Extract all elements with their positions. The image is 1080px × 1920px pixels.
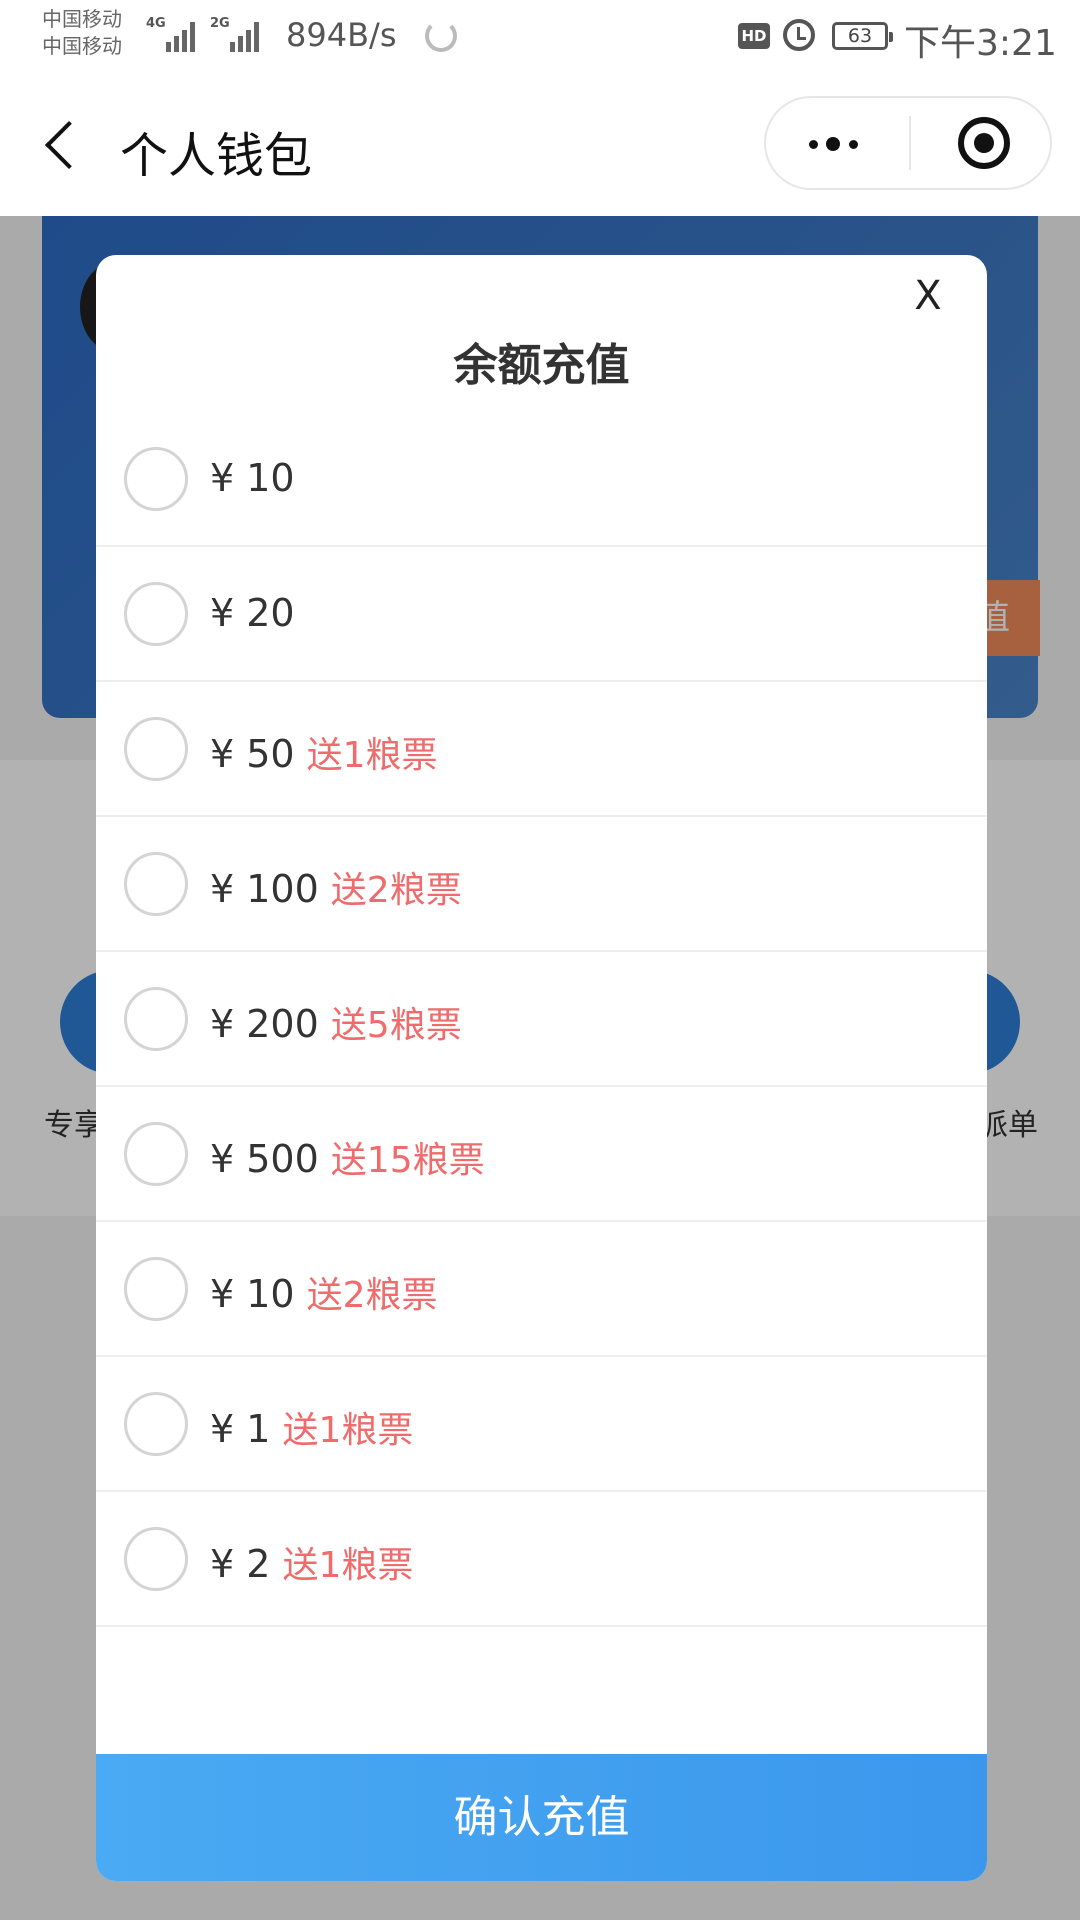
option-bonus: 送1粮票 <box>282 1410 414 1451</box>
recharge-option[interactable]: ¥ 50 送1粮票 <box>96 682 987 817</box>
page-title: 个人钱包 <box>120 128 313 184</box>
more-dots-icon[interactable] <box>766 98 909 188</box>
option-bonus: 送1粮票 <box>282 1545 414 1586</box>
screen: 中国移动 中国移动 4G 2G 894B/s HD 63 下午3:21 个人钱包 <box>0 0 1080 1920</box>
radio-icon[interactable] <box>124 852 188 916</box>
confirm-recharge-button[interactable]: 确认充值 <box>96 1754 987 1881</box>
radio-icon[interactable] <box>124 1527 188 1591</box>
recharge-options: ¥ 10 ¥ 20 ¥ 50 送1粮票 ¥ 100 送2粮票 ¥ 200 送5粮票 ¥… <box>96 412 987 1627</box>
carrier-2: 中国移动 <box>42 34 122 58</box>
status-bar: 中国移动 中国移动 4G 2G 894B/s HD 63 下午3:21 <box>0 0 1080 72</box>
alarm-icon <box>783 19 815 51</box>
hd-badge: HD <box>738 23 770 49</box>
recharge-option[interactable]: ¥ 2 送1粮票 <box>96 1492 987 1627</box>
option-bonus: 送2粮票 <box>330 870 462 911</box>
net-speed: 894B/s <box>286 16 397 54</box>
nav-bar: 个人钱包 <box>0 72 1080 216</box>
recharge-option[interactable]: ¥ 20 <box>96 547 987 682</box>
option-price: ¥ 200 <box>210 1002 319 1046</box>
recharge-option[interactable]: ¥ 1 送1粮票 <box>96 1357 987 1492</box>
option-bonus: 送15粮票 <box>330 1140 485 1181</box>
option-price: ¥ 500 <box>210 1137 319 1181</box>
radio-icon[interactable] <box>124 582 188 646</box>
option-bonus: 送1粮票 <box>306 735 438 776</box>
radio-icon[interactable] <box>124 987 188 1051</box>
radio-icon[interactable] <box>124 1392 188 1456</box>
radio-icon[interactable] <box>124 1122 188 1186</box>
radio-icon[interactable] <box>124 717 188 781</box>
recharge-option[interactable]: ¥ 10 送2粮票 <box>96 1222 987 1357</box>
modal-title: 余额充值 <box>453 340 630 391</box>
clock: 下午3:21 <box>904 23 1057 64</box>
close-target-icon[interactable] <box>958 117 1010 169</box>
recharge-modal: X 余额充值 ¥ 10 ¥ 20 ¥ 50 送1粮票 ¥ 100 送2粮票 ¥ 20… <box>96 255 987 1881</box>
loading-spinner-icon <box>425 20 457 52</box>
carrier-1: 中国移动 <box>42 7 122 31</box>
option-price: ¥ 10 <box>210 456 295 500</box>
carrier-names: 中国移动 中国移动 <box>42 6 122 60</box>
battery-icon: 63 <box>832 22 893 50</box>
option-bonus: 送2粮票 <box>306 1275 438 1316</box>
recharge-option[interactable]: ¥ 500 送15粮票 <box>96 1087 987 1222</box>
mini-program-capsule <box>764 96 1052 190</box>
option-bonus: 送5粮票 <box>330 1005 462 1046</box>
recharge-option[interactable]: ¥ 10 <box>96 412 987 547</box>
option-price: ¥ 100 <box>210 867 319 911</box>
option-price: ¥ 1 <box>210 1407 271 1451</box>
radio-icon[interactable] <box>124 1257 188 1321</box>
recharge-option[interactable]: ¥ 100 送2粮票 <box>96 817 987 952</box>
close-button[interactable]: X <box>904 273 952 323</box>
capsule-divider <box>909 116 911 170</box>
recharge-option[interactable]: ¥ 200 送5粮票 <box>96 952 987 1087</box>
option-price: ¥ 50 <box>210 732 295 776</box>
option-price: ¥ 2 <box>210 1542 271 1586</box>
option-price: ¥ 10 <box>210 1272 295 1316</box>
option-price: ¥ 20 <box>210 591 295 635</box>
radio-icon[interactable] <box>124 447 188 511</box>
back-chevron-icon[interactable] <box>36 120 86 170</box>
